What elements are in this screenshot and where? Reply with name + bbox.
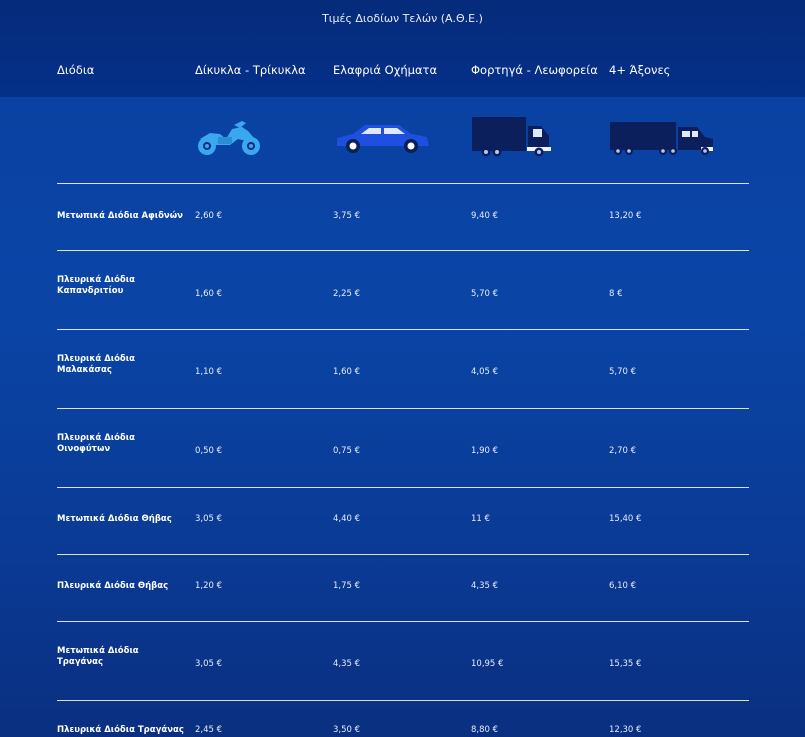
row-divider xyxy=(57,487,749,488)
price-4plus-axles: 8 € xyxy=(609,289,623,299)
price-light-vehicle: 3,75 € xyxy=(333,211,361,221)
price-truck-bus: 9,40 € xyxy=(471,211,499,221)
row-name-thiva-side: Πλευρικά Διόδια Θήβας xyxy=(57,581,169,591)
price-light-vehicle: 1,75 € xyxy=(333,581,361,591)
row-name-malakasa-side: Πλευρικά Διόδια Μαλακάσας xyxy=(57,354,135,375)
price-4plus-axles: 12,30 € xyxy=(609,725,642,735)
price-motorcycle: 3,05 € xyxy=(195,659,223,669)
row-divider xyxy=(57,250,749,251)
price-motorcycle: 1,20 € xyxy=(195,581,223,591)
price-light-vehicle: 0,75 € xyxy=(333,446,361,456)
heavy-truck-icon xyxy=(610,122,713,155)
price-4plus-axles: 15,40 € xyxy=(609,514,642,524)
row-divider xyxy=(57,408,749,409)
column-header-4plus-axles: 4+ Άξονες xyxy=(609,63,671,77)
price-4plus-axles: 13,20 € xyxy=(609,211,642,221)
column-header-toll: Διόδια xyxy=(57,63,95,77)
price-truck-bus: 4,05 € xyxy=(471,367,499,377)
price-light-vehicle: 4,40 € xyxy=(333,514,361,524)
price-motorcycle: 3,05 € xyxy=(195,514,223,524)
price-motorcycle: 1,60 € xyxy=(195,289,223,299)
price-4plus-axles: 15,35 € xyxy=(609,659,642,669)
row-divider xyxy=(57,621,749,622)
page-title: Τιμές Διοδίων Τελών (Α.Θ.Ε.) xyxy=(322,12,483,25)
column-header-motorcycles: Δίκυκλα - Τρίκυκλα xyxy=(195,63,306,77)
price-truck-bus: 1,90 € xyxy=(471,446,499,456)
price-motorcycle: 1,10 € xyxy=(195,367,223,377)
car-icon xyxy=(337,125,429,153)
price-motorcycle: 2,45 € xyxy=(195,725,223,735)
price-4plus-axles: 5,70 € xyxy=(609,367,637,377)
price-truck-bus: 4,35 € xyxy=(471,581,499,591)
price-truck-bus: 11 € xyxy=(471,514,490,524)
row-divider xyxy=(57,329,749,330)
column-header-light-vehicles: Ελαφριά Οχήματα xyxy=(333,63,438,77)
table-header: Τιμές Διοδίων Τελών (Α.Θ.Ε.) Διόδια Δίκυ… xyxy=(0,0,805,97)
row-divider xyxy=(57,700,749,701)
column-header-trucks-buses: Φορτηγά - Λεωφορεία xyxy=(471,63,598,77)
price-truck-bus: 5,70 € xyxy=(471,289,499,299)
price-truck-bus: 10,95 € xyxy=(471,659,504,669)
row-name-kapandriti-side: Πλευρικά Διόδια Καπανδριτίου xyxy=(57,275,135,296)
row-name-tragana-front: Μετωπικά Διόδια Τραγάνας xyxy=(57,646,139,667)
row-divider xyxy=(57,554,749,555)
row-name-tragana-side: Πλευρικά Διόδια Τραγάνας xyxy=(57,725,184,735)
price-light-vehicle: 2,25 € xyxy=(333,289,361,299)
price-light-vehicle: 1,60 € xyxy=(333,367,361,377)
price-motorcycle: 0,50 € xyxy=(195,446,223,456)
price-truck-bus: 8,80 € xyxy=(471,725,499,735)
row-name-thiva-front: Μετωπικά Διόδια Θήβας xyxy=(57,514,172,524)
price-motorcycle: 2,60 € xyxy=(195,211,223,221)
motorcycle-icon xyxy=(198,121,260,155)
price-4plus-axles: 2,70 € xyxy=(609,446,637,456)
row-name-afidnes-front: Μετωπικά Διόδια Αφιδνών xyxy=(57,211,183,221)
price-4plus-axles: 6,10 € xyxy=(609,581,637,591)
row-divider xyxy=(57,183,749,184)
row-name-oinofyta-side: Πλευρικά Διόδια Οινοφύτων xyxy=(57,433,135,454)
truck-icon xyxy=(472,117,551,157)
price-light-vehicle: 3,50 € xyxy=(333,725,361,735)
price-light-vehicle: 4,35 € xyxy=(333,659,361,669)
